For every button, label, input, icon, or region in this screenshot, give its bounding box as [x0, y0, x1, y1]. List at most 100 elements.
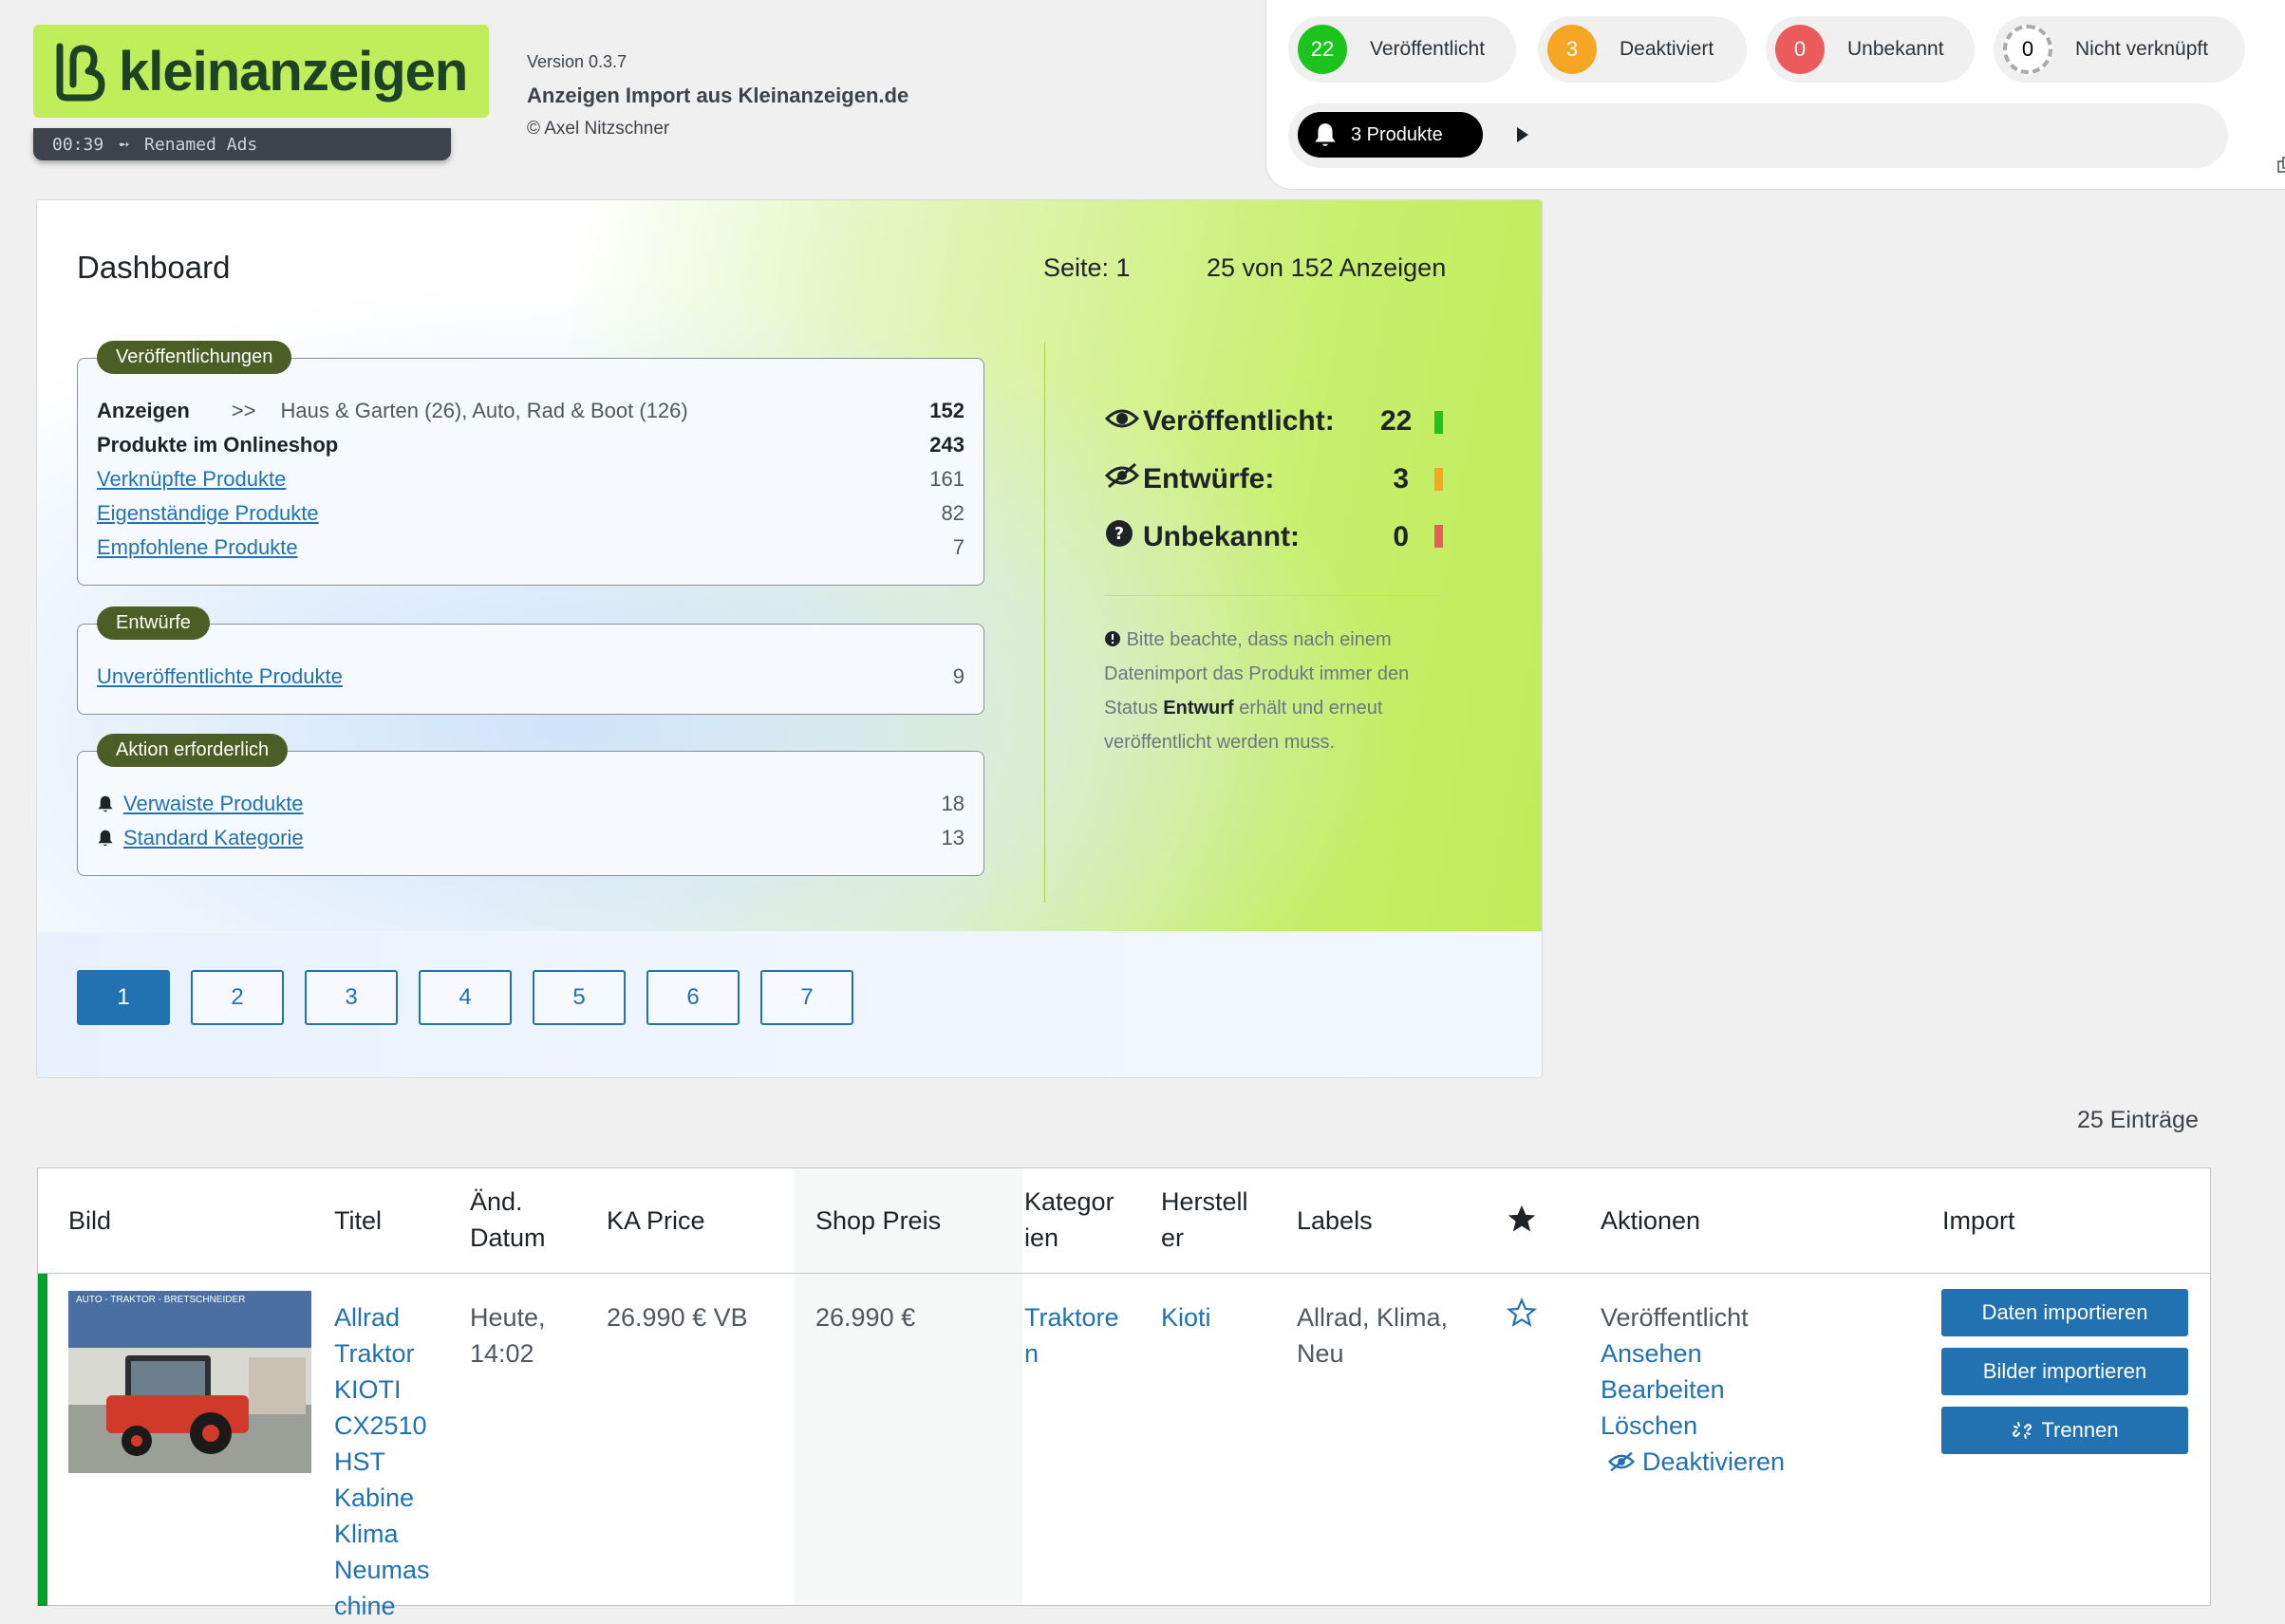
table-header: Bild Titel Änd. Datum KA Price Shop Prei…: [38, 1168, 2210, 1274]
timer-bar: 00:39 ➻ Renamed Ads: [33, 128, 451, 160]
col-categories: Kategor ien: [1024, 1187, 1114, 1252]
stat-published-value: 22: [1380, 405, 1413, 437]
stat-drafts-value: 3: [1393, 463, 1409, 495]
pill-unlinked[interactable]: 0 Nicht verknüpft: [1994, 16, 2245, 83]
unlink-icon: [2013, 1422, 2032, 1439]
page-button-4[interactable]: 4: [419, 970, 512, 1025]
orphan-row: Verwaiste Produkte 18: [97, 792, 965, 816]
col-title[interactable]: Titel: [334, 1203, 382, 1239]
products-badge-label: 3 Produkte: [1351, 123, 1443, 145]
bell-icon: [98, 830, 113, 847]
stat-published: Veröffentlicht: 22: [1104, 405, 1443, 438]
star-outline-icon[interactable]: [1507, 1297, 1537, 1328]
page-button-5[interactable]: 5: [533, 970, 626, 1025]
eye-slash-icon: [1608, 1451, 1635, 1472]
publications-box: Veröffentlichungen Anzeigen >> Haus & Ga…: [77, 341, 984, 586]
page-button-3[interactable]: 3: [305, 970, 398, 1025]
default-category-row: Standard Kategorie 13: [97, 826, 965, 850]
pill-unknown[interactable]: 0 Unbekannt: [1766, 16, 1975, 83]
unpublished-products-count: 9: [952, 664, 965, 688]
unlink-button[interactable]: Trennen: [1941, 1407, 2188, 1454]
unlinked-label: Nicht verknüpft: [2075, 38, 2209, 60]
published-label: Veröffentlicht: [1370, 38, 1486, 60]
orphan-products-count: 18: [941, 792, 965, 815]
dashboard-card: Dashboard Seite: 1 25 von 152 Anzeigen V…: [36, 199, 1543, 1078]
unlinked-count: 0: [2003, 25, 2052, 74]
question-circle-icon: ?: [1105, 519, 1143, 555]
linked-products-link[interactable]: Verknüpfte Produkte: [97, 467, 286, 492]
shop-products-row: Produkte im Onlineshop 243: [97, 433, 965, 457]
bell-icon: [98, 795, 113, 812]
default-category-link[interactable]: Standard Kategorie: [123, 826, 304, 850]
default-category-count: 13: [941, 826, 965, 849]
action-required-tag: Aktion erforderlich: [97, 734, 289, 767]
pill-published[interactable]: 22 Veröffentlicht: [1288, 16, 1516, 83]
linked-products-count: 161: [929, 467, 965, 491]
orphan-products-link[interactable]: Verwaiste Produkte: [123, 792, 304, 816]
stat-published-bar: [1434, 411, 1443, 434]
stats-divider: [1104, 595, 1446, 596]
hint-text-bold: Entwurf: [1163, 698, 1234, 719]
linked-products-row: Verknüpfte Produkte 161: [97, 467, 965, 492]
eye-icon: [1104, 405, 1143, 438]
col-import: Import: [1942, 1206, 2015, 1235]
page-button-1[interactable]: 1: [77, 970, 170, 1025]
shop-products-count: 243: [929, 433, 965, 457]
import-hint: Bitte beachte, dass nach einem Datenimpo…: [1104, 623, 1465, 759]
page-button-7[interactable]: 7: [760, 970, 853, 1025]
published-stripe: [38, 1274, 47, 1606]
row-title-link[interactable]: Allrad Traktor KIOTI CX2510 HST Kabine K…: [334, 1299, 448, 1624]
bell-icon: [1315, 123, 1336, 146]
page-button-6[interactable]: 6: [646, 970, 740, 1025]
independent-products-link[interactable]: Eigenständige Produkte: [97, 501, 319, 526]
unpublished-products-link[interactable]: Unveröffentlichte Produkte: [97, 664, 343, 689]
current-page: Seite: 1: [1043, 253, 1131, 282]
view-link[interactable]: Ansehen: [1601, 1335, 1702, 1372]
status-panel: 22 Veröffentlicht 3 Deaktiviert 0 Unbeka…: [1265, 0, 2285, 190]
popout-icon[interactable]: [2277, 157, 2285, 174]
row-status: Veröffentlicht: [1601, 1303, 1749, 1332]
unlink-label: Trennen: [2041, 1418, 2119, 1442]
unknown-label: Unbekannt: [1847, 38, 1944, 60]
vertical-divider: [1044, 343, 1045, 903]
plugin-author: © Axel Nitzschner: [527, 119, 670, 139]
col-actions: Aktionen: [1601, 1206, 1701, 1235]
pill-deactivated[interactable]: 3 Deaktiviert: [1538, 16, 1747, 83]
stat-published-label: Veröffentlicht:: [1143, 405, 1335, 437]
row-date: Heute, 14:02: [470, 1303, 546, 1368]
plugin-version: Version 0.3.7: [527, 52, 627, 71]
edit-link[interactable]: Bearbeiten: [1601, 1372, 1725, 1408]
products-badge[interactable]: 3 Produkte: [1298, 112, 1483, 158]
ads-categories: Haus & Garten (26), Auto, Rad & Boot (12…: [280, 399, 688, 422]
col-date[interactable]: Änd. Datum: [470, 1184, 574, 1256]
col-manufacturer: Herstell er: [1161, 1187, 1248, 1252]
expand-arrow-icon[interactable]: [1516, 126, 1529, 143]
recommended-products-link[interactable]: Empfohlene Produkte: [97, 535, 298, 560]
import-images-button[interactable]: Bilder importieren: [1941, 1348, 2188, 1395]
action-required-box: Aktion erforderlich Verwaiste Produkte 1…: [77, 734, 984, 876]
ads-label: Anzeigen: [97, 399, 190, 422]
kleinanzeigen-logo: kleinanzeigen: [33, 25, 489, 118]
page-button-2[interactable]: 2: [191, 970, 284, 1025]
key-arrow-icon: ➻: [119, 134, 130, 155]
import-data-button[interactable]: Daten importieren: [1941, 1289, 2188, 1336]
col-shop-price[interactable]: Shop Preis: [815, 1203, 941, 1239]
timer-value: 00:39: [52, 134, 104, 155]
row-labels: Allrad, Klima, Neu: [1297, 1303, 1449, 1368]
delete-link[interactable]: Löschen: [1601, 1408, 1697, 1444]
shop-products-label: Produkte im Onlineshop: [97, 433, 339, 457]
col-ka-price[interactable]: KA Price: [607, 1203, 705, 1239]
kleinanzeigen-logo-icon: [56, 43, 105, 102]
brand-wordmark: kleinanzeigen: [119, 40, 468, 103]
col-image: Bild: [68, 1206, 112, 1235]
row-ka-price: 26.990 € VB: [607, 1303, 748, 1332]
recommended-products-count: 7: [952, 535, 965, 559]
deactivate-link[interactable]: Deaktivieren: [1608, 1444, 1785, 1480]
unknown-count: 0: [1775, 25, 1825, 74]
stat-drafts: Entwürfe: 3: [1104, 462, 1443, 496]
row-category-link[interactable]: Traktore n: [1024, 1299, 1129, 1372]
ads-table: Bild Titel Änd. Datum KA Price Shop Prei…: [37, 1167, 2211, 1620]
stat-unknown-value: 0: [1393, 521, 1409, 552]
product-image[interactable]: AUTO - TRAKTOR - BRETSCHNEIDER: [68, 1291, 311, 1473]
row-manufacturer-link[interactable]: Kioti: [1161, 1299, 1211, 1335]
